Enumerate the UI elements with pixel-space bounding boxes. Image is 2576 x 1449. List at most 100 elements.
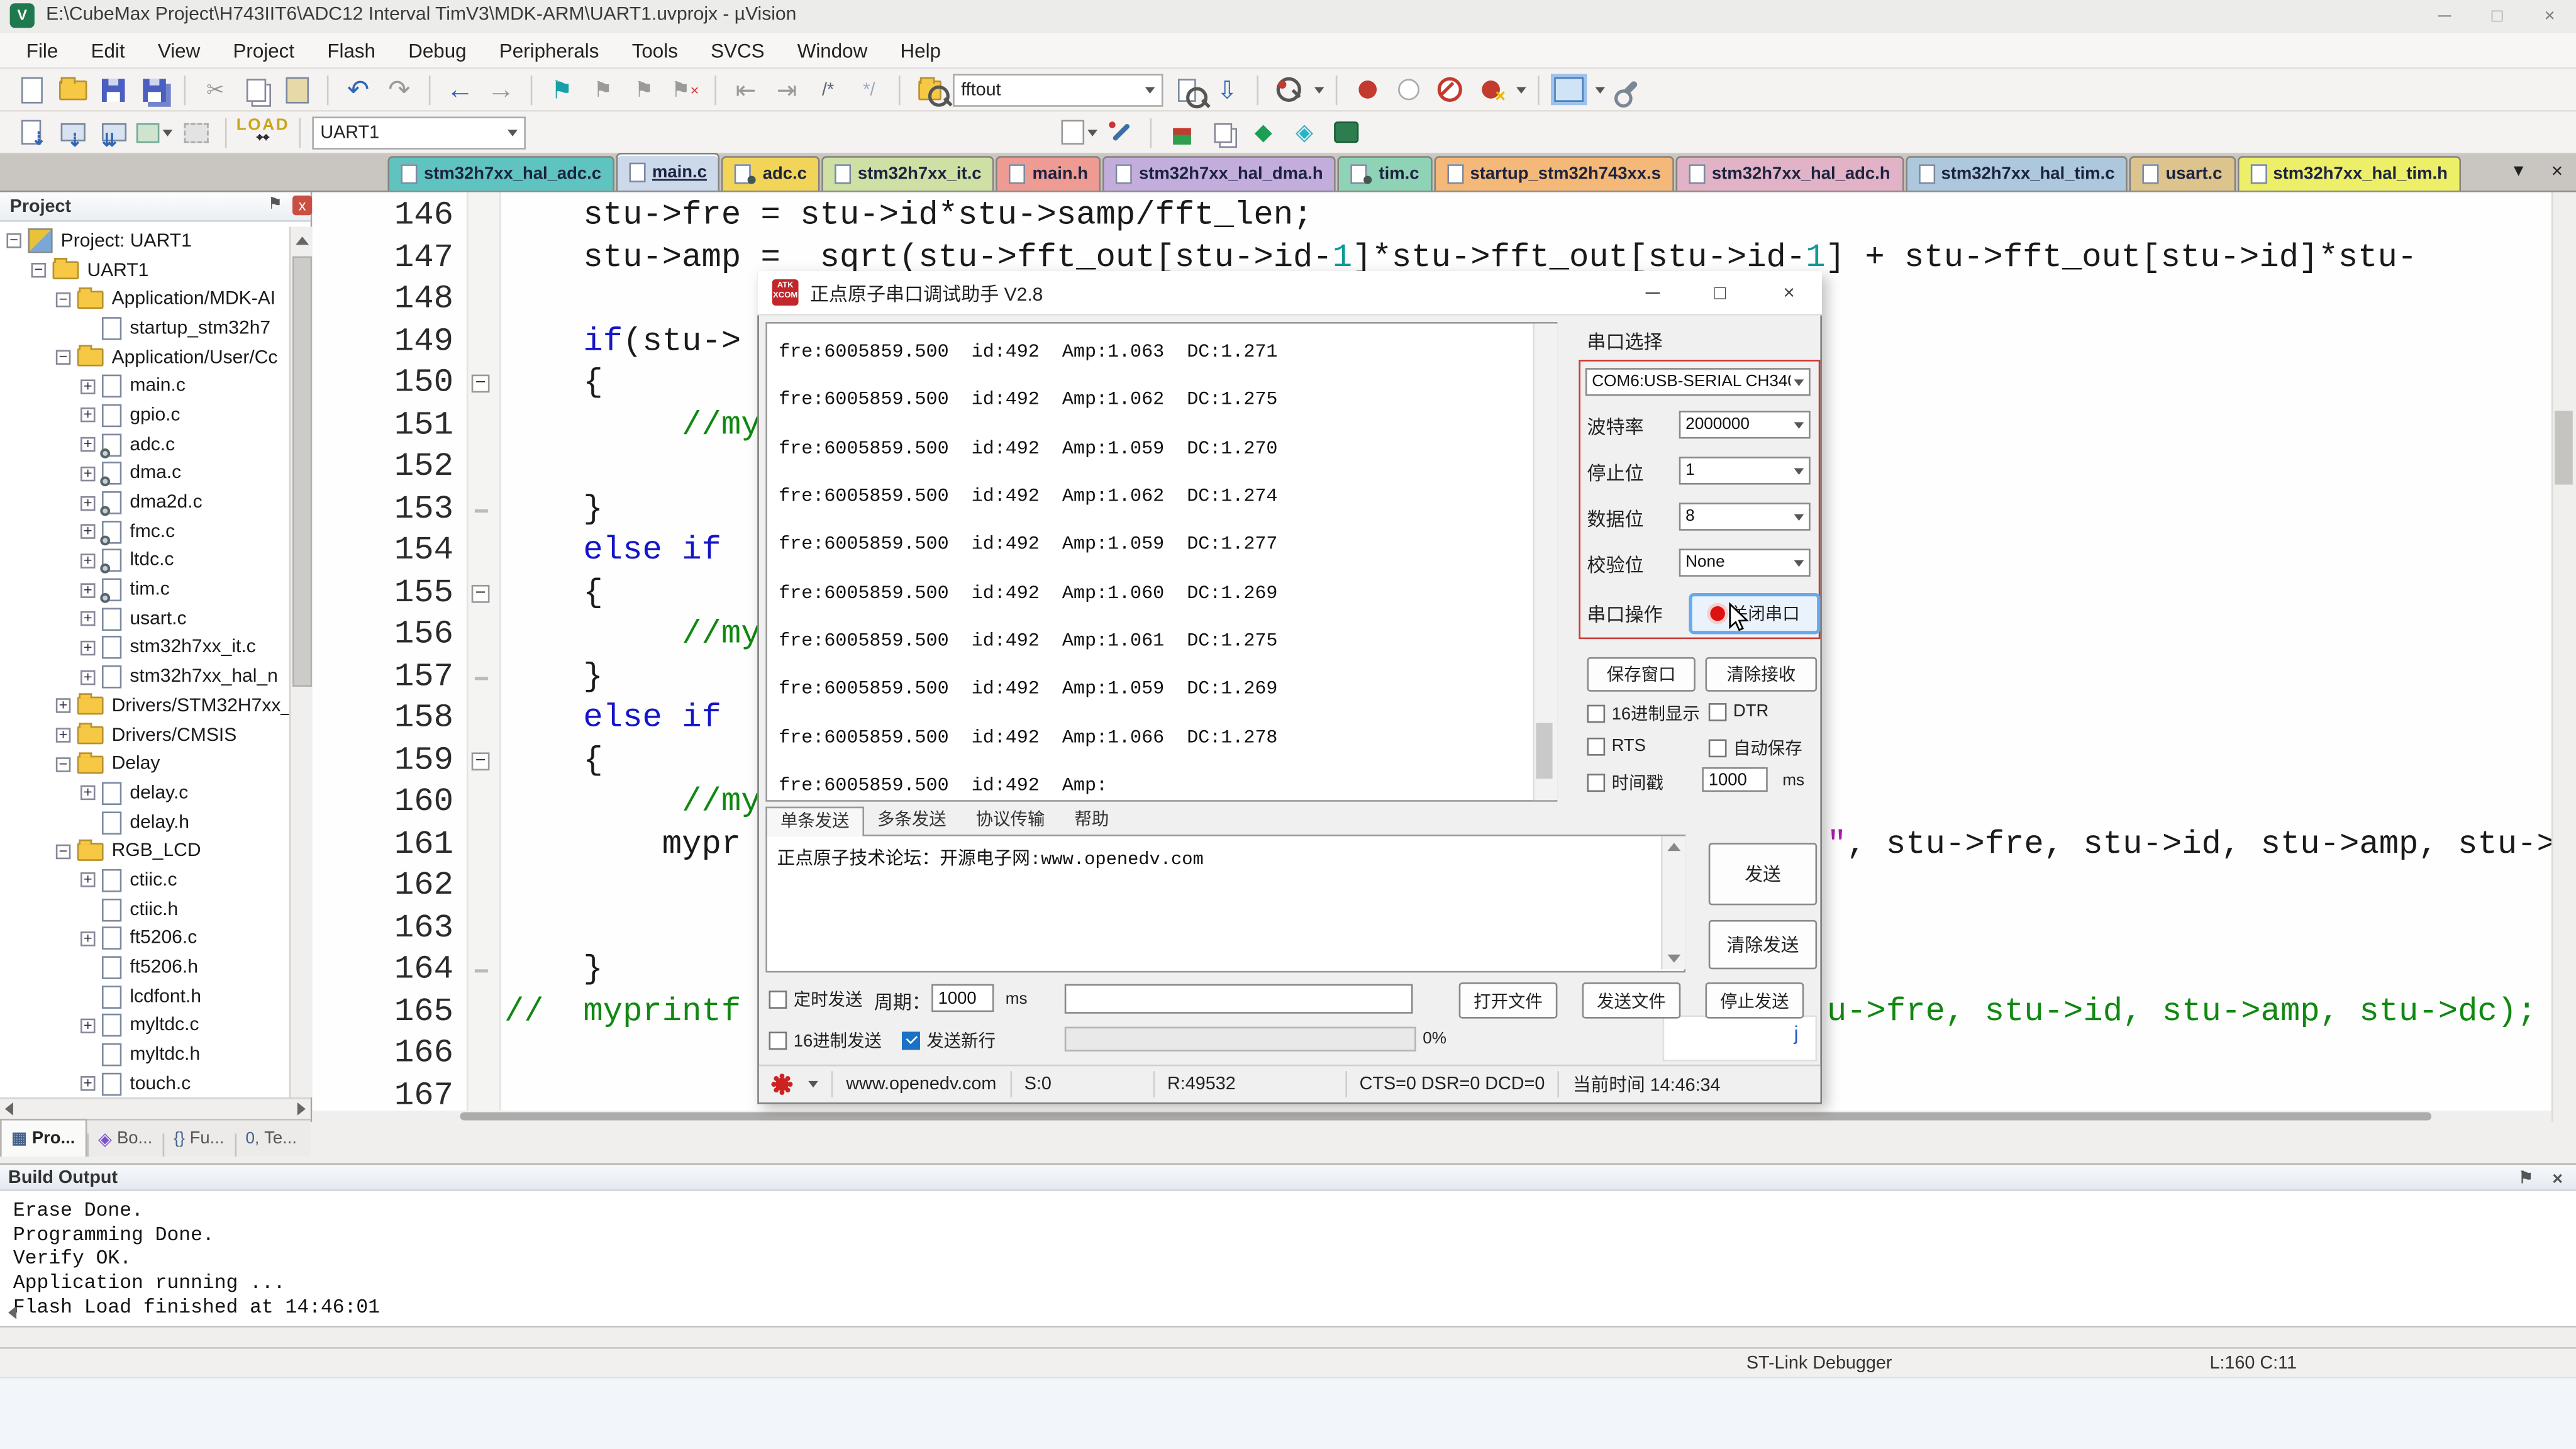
breakpoint-icon[interactable] (1349, 72, 1385, 108)
menu-item-svcs[interactable]: SVCS (694, 32, 781, 68)
panel-tab-fu[interactable]: {}Fu... (164, 1121, 235, 1157)
tab-tim.c[interactable]: tim.c (1338, 156, 1432, 191)
maximize-button[interactable]: □ (2471, 0, 2524, 33)
setting-combobox-3[interactable]: None (1679, 548, 1811, 576)
redo-icon[interactable]: ↷ (381, 72, 417, 108)
tab-adc.c[interactable]: adc.c (721, 156, 819, 191)
tree-item-project-uart1[interactable]: −Project: UART1 (0, 226, 289, 255)
tree-item-delay-h[interactable]: delay.h (0, 808, 289, 837)
build-output-close-icon[interactable]: × (2552, 1167, 2563, 1193)
tree-expander-icon[interactable]: − (56, 350, 71, 365)
save-window-button[interactable]: 保存窗口 (1587, 657, 1695, 692)
menu-item-project[interactable]: Project (216, 32, 311, 68)
undo-icon[interactable]: ↶ (340, 72, 376, 108)
bookmark-toggle-icon[interactable]: ⚑ (544, 72, 580, 108)
receive-scroll-thumb[interactable] (1536, 723, 1552, 779)
stop-send-button[interactable]: 停止发送 (1706, 982, 1804, 1018)
breakpoint-dropdown[interactable] (1516, 86, 1526, 92)
window-layout-dropdown[interactable] (1595, 86, 1605, 92)
editor-vertical-scrollbar[interactable] (2551, 192, 2576, 1123)
tree-item-delay[interactable]: −Delay (0, 750, 289, 779)
tree-item-gpio-c[interactable]: +gpio.c (0, 401, 289, 430)
port-combobox[interactable]: COM6:USB-SERIAL CH340 (1585, 368, 1811, 396)
menu-item-view[interactable]: View (142, 32, 217, 68)
stack-frames-icon[interactable] (1204, 114, 1240, 150)
editor-hscroll-thumb[interactable] (460, 1112, 2431, 1120)
find-next-icon[interactable] (1168, 72, 1204, 108)
timed-send-checkbox[interactable]: 定时发送 (769, 987, 863, 1012)
navigate-forward-icon[interactable]: → (483, 72, 519, 108)
open-file-icon[interactable] (54, 72, 90, 108)
dialog-settings-dropdown[interactable] (808, 1081, 818, 1087)
panel-tab-te[interactable]: 0,Te... (236, 1121, 307, 1157)
indent-icon[interactable]: ⇥ (769, 72, 805, 108)
project-panel-close-icon[interactable]: x (292, 196, 312, 215)
breakpoint-enable-icon[interactable] (1390, 72, 1426, 108)
select-packs-icon[interactable]: ◈ (1286, 114, 1322, 150)
tree-expander-icon[interactable]: − (56, 757, 71, 772)
project-tree-horizontal-scrollbar[interactable] (0, 1097, 311, 1119)
new-file-icon[interactable] (13, 72, 49, 108)
tree-expander-icon[interactable]: + (80, 786, 96, 801)
tree-item-tim-c[interactable]: +tim.c (0, 575, 289, 604)
fold-collapse-icon[interactable]: − (472, 584, 490, 602)
pin-icon[interactable]: ⚑ (268, 196, 282, 214)
debug-magnifier-dropdown[interactable] (1314, 86, 1324, 92)
clear-send-button[interactable]: 清除发送 (1709, 920, 1817, 969)
build-output-scroll-left-icon[interactable] (3, 1303, 21, 1321)
navigate-back-icon[interactable]: ← (442, 72, 478, 108)
manage-components-icon[interactable]: ◆ (1245, 114, 1281, 150)
tab-stm32h7xx_hal_adc.h[interactable]: stm32h7xx_hal_adc.h (1675, 156, 1903, 191)
translate-icon[interactable]: ⇣ (13, 114, 49, 150)
debug-magnifier-icon[interactable] (1270, 72, 1306, 108)
editor-scroll-thumb[interactable] (2555, 411, 2573, 485)
tree-item-application-user-cc[interactable]: −Application/User/Cc (0, 343, 289, 372)
tree-item-rgb-lcd[interactable]: −RGB_LCD (0, 837, 289, 866)
tab-close-icon[interactable]: × (2551, 159, 2563, 182)
build-output-header[interactable]: Build Output ⚑ × (0, 1163, 2576, 1191)
tree-item-ft5206-h[interactable]: ft5206.h (0, 953, 289, 982)
options-checkbox-icon[interactable] (1062, 114, 1097, 150)
tree-expander-icon[interactable]: + (80, 931, 96, 947)
menu-item-edit[interactable]: Edit (74, 32, 141, 68)
period-input[interactable]: 1000 (931, 984, 994, 1012)
send-tab-3[interactable]: 帮助 (1062, 807, 1123, 833)
tree-item-drivers-stm32h7xx-[interactable]: +Drivers/STM32H7xx_ (0, 692, 289, 721)
tree-item-uart1[interactable]: −UART1 (0, 256, 289, 285)
fold-collapse-icon[interactable]: − (472, 752, 490, 770)
rts-checkbox[interactable]: RTS (1587, 736, 1646, 755)
menu-item-help[interactable]: Help (884, 32, 957, 68)
tree-item-ctiic-h[interactable]: ctiic.h (0, 895, 289, 924)
dialog-maximize-button[interactable]: □ (1702, 276, 1738, 309)
tree-item-myltdc-c[interactable]: +myltdc.c (0, 1011, 289, 1040)
hex-send-checkbox[interactable]: 16进制发送 (769, 1028, 882, 1053)
tree-expander-icon[interactable]: + (80, 437, 96, 452)
menu-item-window[interactable]: Window (781, 32, 884, 68)
breakpoint-disable-icon[interactable] (1431, 72, 1467, 108)
tree-expander-icon[interactable]: + (80, 641, 96, 656)
bookmark-next-icon[interactable]: ⚑ (626, 72, 662, 108)
tree-expander-icon[interactable]: − (56, 844, 71, 859)
autosave-checkbox[interactable]: 自动保存 (1709, 736, 1802, 760)
target-options-wand-icon[interactable] (1102, 114, 1138, 150)
tree-item-adc-c[interactable]: +adc.c (0, 430, 289, 459)
fold-collapse-icon[interactable]: − (472, 375, 490, 393)
tree-item-ctiic-c[interactable]: +ctiic.c (0, 866, 289, 895)
tree-expander-icon[interactable]: + (80, 873, 96, 888)
tree-item-ft5206-c[interactable]: +ft5206.c (0, 924, 289, 953)
tree-item-dma-c[interactable]: +dma.c (0, 459, 289, 488)
send-scrollbar[interactable] (1661, 836, 1685, 970)
tab-list-dropdown-icon[interactable]: ▼ (2511, 163, 2527, 181)
tree-expander-icon[interactable]: + (80, 379, 96, 394)
tree-item-stm32h7xx-hal-n[interactable]: +stm32h7xx_hal_n (0, 663, 289, 692)
uncomment-icon[interactable]: */ (851, 72, 887, 108)
tree-item-lcdfont-h[interactable]: lcdfont.h (0, 982, 289, 1011)
breakpoint-kill-all-icon[interactable] (1472, 72, 1508, 108)
tree-item-stm32h7xx-it-c[interactable]: +stm32h7xx_it.c (0, 633, 289, 662)
build-output-pin-icon[interactable]: ⚑ (2519, 1167, 2533, 1193)
dialog-settings-gear-icon[interactable] (775, 1078, 789, 1091)
incremental-find-icon[interactable]: ⇩ (1209, 72, 1245, 108)
tree-expander-icon[interactable]: + (80, 553, 96, 569)
tree-item-delay-c[interactable]: +delay.c (0, 779, 289, 808)
tree-expander-icon[interactable]: + (80, 1077, 96, 1092)
